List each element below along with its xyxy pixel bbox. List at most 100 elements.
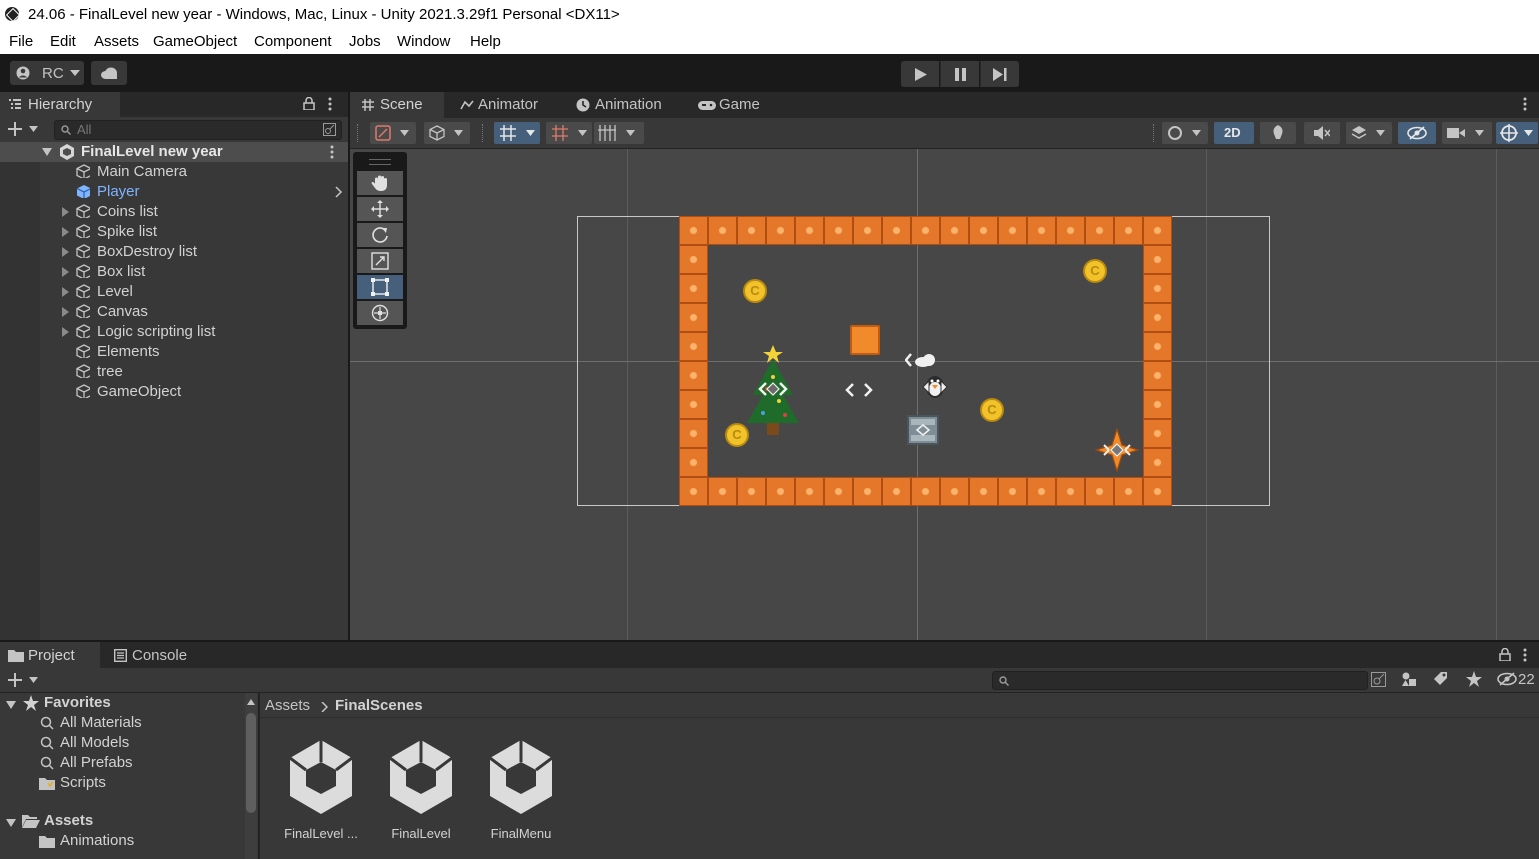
project-search-input[interactable] (992, 671, 1368, 690)
rotate-tool-button[interactable] (357, 223, 403, 247)
expand-arrow-icon[interactable] (62, 327, 69, 337)
favorite-item[interactable]: All Materials (60, 714, 142, 731)
breadcrumb-finalscenes[interactable]: FinalScenes (335, 697, 423, 714)
expand-arrow-icon[interactable] (62, 227, 69, 237)
kebab-menu-icon[interactable] (1523, 97, 1527, 111)
chevron-right-icon[interactable] (335, 186, 343, 198)
kebab-menu-icon[interactable] (1523, 648, 1527, 662)
hierarchy-item[interactable]: Elements (0, 342, 348, 362)
hierarchy-item[interactable]: BoxDestroy list (0, 242, 348, 262)
effects-toggle[interactable] (1346, 122, 1392, 144)
grid-settings-button[interactable] (594, 122, 644, 144)
menu-component[interactable]: Component (254, 33, 332, 50)
expand-arrow-icon[interactable] (6, 819, 16, 827)
expand-arrow-icon[interactable] (42, 148, 52, 156)
spike-sprite[interactable] (1095, 428, 1139, 472)
incremental-snap-button[interactable] (546, 122, 592, 144)
expand-arrow-icon[interactable] (62, 207, 69, 217)
breadcrumb-assets[interactable]: Assets (265, 697, 310, 714)
favorite-item[interactable]: Scripts (60, 774, 106, 791)
scene-lighting-toggle[interactable] (1260, 122, 1296, 144)
step-button[interactable] (980, 61, 1019, 87)
hierarchy-scene-row[interactable]: FinalLevel new year (0, 142, 348, 162)
camera-settings-button[interactable] (1442, 122, 1492, 144)
hierarchy-item[interactable]: Coins list (0, 202, 348, 222)
grid-snap-button[interactable] (494, 122, 540, 144)
hand-tool-button[interactable] (357, 171, 403, 195)
hierarchy-search-input[interactable]: All (54, 120, 342, 140)
assets-folder-item[interactable]: Animations (60, 832, 134, 849)
coin-sprite[interactable]: C (1083, 259, 1107, 283)
tab-animator[interactable]: Animator (458, 92, 558, 118)
search-filter-icon[interactable] (1371, 672, 1386, 687)
draw-mode-button[interactable] (370, 122, 416, 144)
play-button[interactable] (901, 61, 939, 87)
chevron-down-icon[interactable] (29, 126, 38, 132)
hierarchy-item[interactable]: Level (0, 282, 348, 302)
visibility-toggle[interactable] (1398, 122, 1436, 144)
lighting-button[interactable] (1162, 122, 1208, 144)
expand-arrow-icon[interactable] (6, 701, 16, 709)
plus-icon[interactable] (8, 673, 22, 687)
menu-file[interactable]: File (9, 33, 33, 50)
menu-jobs[interactable]: Jobs (349, 33, 381, 50)
favorites-label[interactable]: Favorites (44, 694, 111, 711)
scene-viewport[interactable]: C C C C (350, 149, 1539, 640)
player-sprite[interactable] (920, 371, 950, 403)
coin-sprite[interactable]: C (980, 398, 1004, 422)
plus-icon[interactable] (8, 122, 22, 136)
expand-arrow-icon[interactable] (62, 247, 69, 257)
lock-icon[interactable] (1499, 648, 1511, 661)
hierarchy-item[interactable]: Player (0, 182, 348, 202)
rect-tool-button[interactable] (357, 275, 403, 299)
tab-hierarchy[interactable]: Hierarchy (0, 92, 120, 117)
favorite-item[interactable]: All Models (60, 734, 129, 751)
account-button[interactable]: RC (10, 61, 84, 85)
chevron-down-icon[interactable] (29, 677, 38, 683)
scroll-up-icon[interactable] (247, 699, 255, 705)
scrollbar-track[interactable] (245, 693, 257, 859)
tab-project[interactable]: Project (0, 642, 100, 668)
menu-gameobject[interactable]: GameObject (153, 33, 237, 50)
kebab-menu-icon[interactable] (330, 145, 334, 159)
destroyable-box-sprite[interactable] (907, 415, 939, 445)
hierarchy-item[interactable]: Spike list (0, 222, 348, 242)
menu-assets[interactable]: Assets (94, 33, 139, 50)
menu-edit[interactable]: Edit (50, 33, 76, 50)
coin-sprite[interactable]: C (743, 279, 767, 303)
menu-help[interactable]: Help (470, 33, 501, 50)
cloud-button[interactable] (91, 61, 127, 85)
kebab-menu-icon[interactable] (328, 97, 332, 111)
lock-icon[interactable] (303, 97, 315, 110)
favorite-item[interactable]: All Prefabs (60, 754, 133, 771)
tab-console[interactable]: Console (110, 642, 210, 668)
assets-root-label[interactable]: Assets (44, 812, 93, 829)
label-icon[interactable] (1433, 671, 1448, 686)
tab-scene[interactable]: Scene (350, 92, 444, 118)
scale-tool-button[interactable] (357, 249, 403, 273)
expand-arrow-icon[interactable] (62, 307, 69, 317)
transform-tool-button[interactable] (357, 301, 403, 325)
expand-arrow-icon[interactable] (62, 287, 69, 297)
hierarchy-item[interactable]: Box list (0, 262, 348, 282)
hierarchy-item[interactable]: Canvas (0, 302, 348, 322)
hierarchy-item[interactable]: Logic scripting list (0, 322, 348, 342)
filter-by-type-icon[interactable] (1401, 671, 1417, 687)
tab-animation[interactable]: Animation (576, 92, 686, 118)
hierarchy-item[interactable]: GameObject (0, 382, 348, 402)
audio-toggle[interactable] (1304, 122, 1340, 144)
tab-game[interactable]: Game (698, 92, 778, 118)
pause-button[interactable] (940, 61, 979, 87)
star-icon[interactable] (1466, 671, 1482, 687)
eye-off-icon[interactable] (1497, 672, 1517, 686)
search-filter-icon[interactable] (323, 123, 336, 136)
box-sprite[interactable] (850, 325, 880, 355)
expand-arrow-icon[interactable] (62, 267, 69, 277)
gizmos-button[interactable] (1496, 122, 1538, 144)
hierarchy-item[interactable]: tree (0, 362, 348, 382)
shading-mode-button[interactable] (424, 122, 470, 144)
move-tool-button[interactable] (357, 197, 403, 221)
hierarchy-item[interactable]: Main Camera (0, 162, 348, 182)
scrollbar-thumb[interactable] (246, 713, 256, 813)
toggle-2d-button[interactable]: 2D (1214, 122, 1254, 144)
